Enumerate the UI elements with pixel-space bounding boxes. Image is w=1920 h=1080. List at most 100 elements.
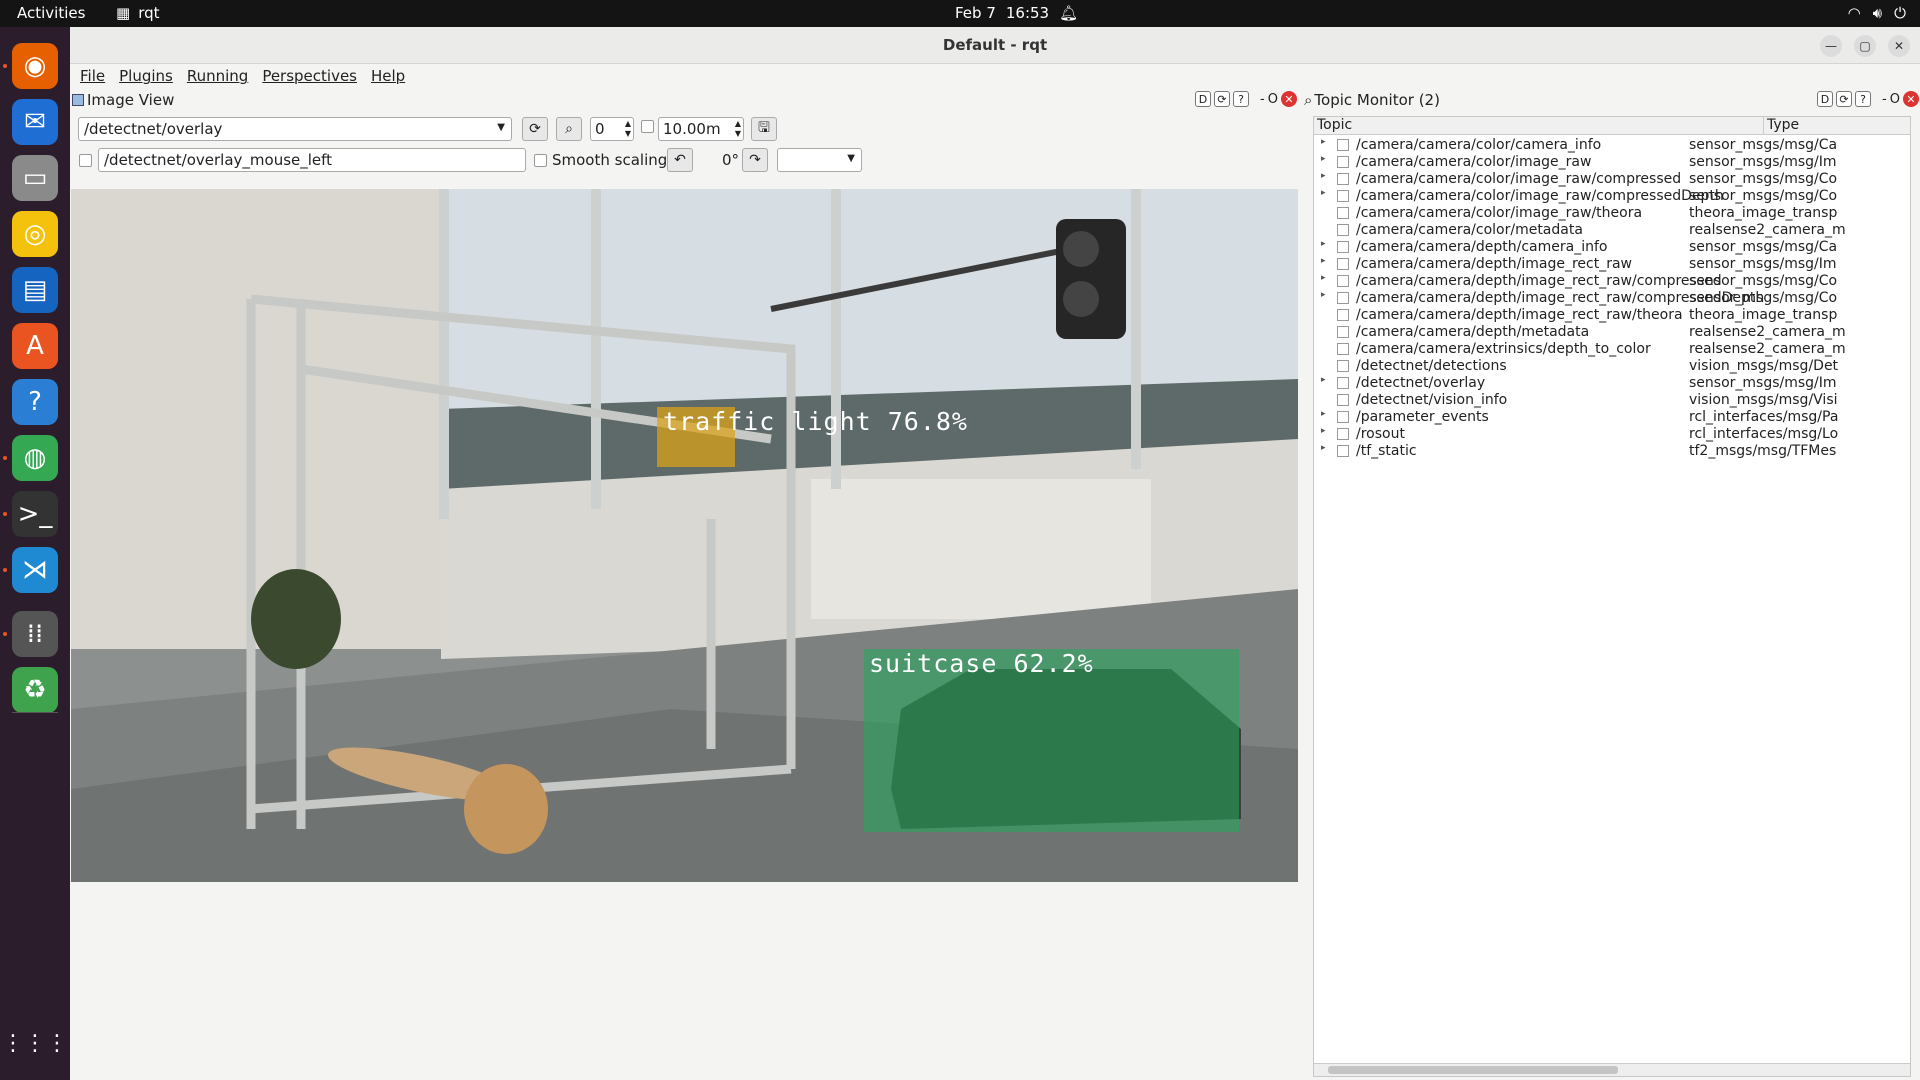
topic-checkbox[interactable]	[1337, 173, 1349, 185]
expand-arrow-icon[interactable]: ▸	[1321, 188, 1326, 198]
topic-row[interactable]: /camera/camera/color/image_raw/theora the…	[1314, 205, 1910, 222]
scrollbar-thumb[interactable]	[1328, 1066, 1618, 1074]
topic-row[interactable]: /camera/camera/color/metadata realsense2_…	[1314, 222, 1910, 239]
expand-arrow-icon[interactable]: ▸	[1321, 256, 1326, 266]
activities-button[interactable]: Activities	[17, 4, 85, 22]
dock-d-button[interactable]: D	[1817, 91, 1833, 107]
minimize-widget-button[interactable]: -	[1882, 92, 1887, 107]
topic-checkbox[interactable]	[1337, 309, 1349, 321]
topic-row[interactable]: ▸ /camera/camera/depth/image_rect_raw sens…	[1314, 256, 1910, 273]
expand-arrow-icon[interactable]: ▸	[1321, 375, 1326, 385]
menu-help[interactable]: Help	[371, 67, 405, 85]
horizontal-scrollbar[interactable]	[1314, 1063, 1910, 1076]
expand-arrow-icon[interactable]: ▸	[1321, 154, 1326, 164]
duration-checkbox[interactable]	[641, 120, 654, 133]
topic-row[interactable]: ▸/camera/camera/depth/image_rect_raw/com…	[1314, 273, 1910, 290]
topic-checkbox[interactable]	[1337, 224, 1349, 236]
topic-row[interactable]: ▸ /camera/camera/depth/camera_info sensor_…	[1314, 239, 1910, 256]
topic-checkbox[interactable]	[1337, 258, 1349, 270]
app-menu[interactable]: ▦ rqt	[116, 4, 160, 22]
float-widget-button[interactable]: O	[1268, 92, 1278, 107]
zoom-spinbox[interactable]: 0 ▲ ▼	[590, 117, 634, 141]
rotate-right-button[interactable]: ↷	[742, 148, 768, 172]
topic-row[interactable]: ▸/camera/camera/depth/image_rect_raw/com…	[1314, 290, 1910, 307]
software-icon[interactable]: A	[12, 323, 58, 369]
topic-checkbox[interactable]	[1337, 275, 1349, 287]
topic-row[interactable]: /detectnet/vision_info vision_msgs/msg/Vi…	[1314, 392, 1910, 409]
column-header-type[interactable]: Type	[1764, 117, 1910, 135]
system-tray[interactable]: ◠ 🔊︎ ⏻	[1848, 4, 1906, 22]
save-image-button[interactable]: 🖫	[751, 117, 777, 141]
menu-file[interactable]: File	[80, 67, 105, 85]
terminal-icon[interactable]: >_	[12, 491, 58, 537]
refresh-topics-button[interactable]: ⟳	[522, 117, 548, 141]
thunderbird-icon[interactable]: ✉	[12, 99, 58, 145]
topic-checkbox[interactable]	[1337, 326, 1349, 338]
topic-row[interactable]: ▸ /camera/camera/color/camera_info sensor_…	[1314, 137, 1910, 154]
topic-row[interactable]: ▸ /parameter_events rcl_interfaces/msg/Pa	[1314, 409, 1910, 426]
minimize-button[interactable]: —	[1820, 35, 1842, 57]
float-widget-button[interactable]: O	[1890, 92, 1900, 107]
duration-spinbox[interactable]: 10.00m ▲ ▼	[658, 117, 744, 141]
camera-image[interactable]: traffic light 76.8% suitcase 62.2%	[71, 189, 1298, 882]
reload-icon[interactable]: ⟳	[1214, 91, 1230, 107]
dock-d-button[interactable]: D	[1195, 91, 1211, 107]
topic-checkbox[interactable]	[1337, 343, 1349, 355]
rhythmbox-icon[interactable]: ◎	[12, 211, 58, 257]
maximize-button[interactable]: ▢	[1854, 35, 1876, 57]
topic-row[interactable]: ▸ /camera/camera/color/image_raw/compress…	[1314, 171, 1910, 188]
help-icon[interactable]: ?	[1233, 91, 1249, 107]
title-bar[interactable]: Default - rqt — ▢ ✕	[70, 27, 1920, 64]
topic-row[interactable]: ▸ /camera/camera/color/image_raw sensor_ms…	[1314, 154, 1910, 171]
topic-row[interactable]: /camera/camera/depth/image_rect_raw/theo…	[1314, 307, 1910, 324]
topic-tree[interactable]: Topic Type ▸ /camera/camera/color/camera_…	[1313, 116, 1911, 1077]
topic-checkbox[interactable]	[1337, 411, 1349, 423]
expand-arrow-icon[interactable]: ▸	[1321, 290, 1326, 300]
expand-arrow-icon[interactable]: ▸	[1321, 409, 1326, 419]
topic-monitor-title[interactable]: ⌕ Topic Monitor (2)	[1304, 90, 1440, 110]
rotate-left-button[interactable]: ↶	[667, 148, 693, 172]
expand-arrow-icon[interactable]: ▸	[1321, 171, 1326, 181]
close-button[interactable]: ✕	[1888, 35, 1910, 57]
expand-arrow-icon[interactable]: ▸	[1321, 443, 1326, 453]
topic-checkbox[interactable]	[1337, 139, 1349, 151]
smooth-scaling-checkbox[interactable]	[534, 154, 547, 167]
help-icon[interactable]: ?	[12, 379, 58, 425]
expand-arrow-icon[interactable]: ▸	[1321, 239, 1326, 249]
menu-perspectives[interactable]: Perspectives	[262, 67, 357, 85]
close-widget-icon[interactable]: ✕	[1902, 91, 1919, 107]
image-view-title[interactable]: Image View	[72, 90, 174, 110]
topic-row[interactable]: /camera/camera/depth/metadata realsense2_…	[1314, 324, 1910, 341]
topic-checkbox[interactable]	[1337, 360, 1349, 372]
trash-icon[interactable]: ♻	[12, 667, 58, 713]
firefox-icon[interactable]: ◉	[12, 43, 58, 89]
clock[interactable]: Feb 7 16:53 🔔︎	[955, 4, 1078, 22]
show-apps-icon[interactable]: ⋮⋮⋮	[2, 1020, 68, 1066]
topic-row[interactable]: ▸ /rosout rcl_interfaces/msg/Lo	[1314, 426, 1910, 443]
rqt-icon[interactable]: ⁞⁞	[12, 611, 58, 657]
topic-checkbox[interactable]	[1337, 190, 1349, 202]
reload-icon[interactable]: ⟳	[1836, 91, 1852, 107]
column-header-topic[interactable]: Topic	[1314, 117, 1764, 135]
files-icon[interactable]: ▭	[12, 155, 58, 201]
topic-checkbox[interactable]	[1337, 428, 1349, 440]
vscode-icon[interactable]: ⋊	[12, 547, 58, 593]
expand-arrow-icon[interactable]: ▸	[1321, 273, 1326, 283]
expand-arrow-icon[interactable]: ▸	[1321, 137, 1326, 147]
close-widget-icon[interactable]: ✕	[1280, 91, 1297, 107]
help-icon[interactable]: ?	[1855, 91, 1871, 107]
topic-checkbox[interactable]	[1337, 377, 1349, 389]
topic-row[interactable]: ▸ /camera/camera/color/image_raw/compress…	[1314, 188, 1910, 205]
color-scheme-combo[interactable]: ▼	[777, 148, 862, 172]
expand-arrow-icon[interactable]: ▸	[1321, 426, 1326, 436]
menu-plugins[interactable]: Plugins	[119, 67, 173, 85]
topic-checkbox[interactable]	[1337, 241, 1349, 253]
mouse-topic-input[interactable]: /detectnet/overlay_mouse_left	[98, 148, 526, 172]
writer-icon[interactable]: ▤	[12, 267, 58, 313]
topic-row[interactable]: /detectnet/detections vision_msgs/msg/Det	[1314, 358, 1910, 375]
topic-row[interactable]: ▸ /tf_static tf2_msgs/msg/TFMes	[1314, 443, 1910, 460]
menu-running[interactable]: Running	[187, 67, 248, 85]
topic-row[interactable]: /camera/camera/extrinsics/depth_to_color…	[1314, 341, 1910, 358]
topic-row[interactable]: ▸ /detectnet/overlay sensor_msgs/msg/Im	[1314, 375, 1910, 392]
topic-checkbox[interactable]	[1337, 156, 1349, 168]
